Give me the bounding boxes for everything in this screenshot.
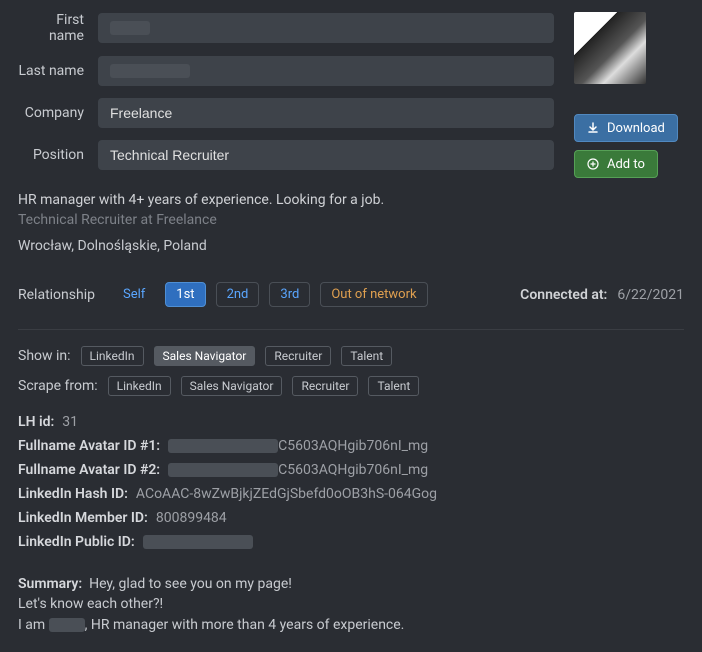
show-in-talent[interactable]: Talent bbox=[341, 346, 392, 366]
add-to-label: Add to bbox=[607, 157, 645, 172]
first-name-label: First name bbox=[18, 12, 98, 44]
summary-label: Summary: bbox=[18, 576, 82, 592]
plus-circle-icon bbox=[587, 158, 599, 170]
hash-value: ACoAAC-8wZwBjkjZEdGjSbefd0oOB3hS-064Gog bbox=[136, 486, 437, 502]
connected-at: Connected at: 6/22/2021 bbox=[520, 287, 684, 303]
hash-id: LinkedIn Hash ID: ACoAAC-8wZwBjkjZEdGjSb… bbox=[18, 486, 684, 502]
show-in-linkedin[interactable]: LinkedIn bbox=[81, 346, 144, 366]
last-name-input[interactable] bbox=[98, 56, 554, 86]
redacted-text bbox=[168, 439, 278, 453]
connected-at-value: 6/22/2021 bbox=[617, 287, 684, 303]
redacted-text bbox=[168, 463, 278, 477]
scrape-recruiter[interactable]: Recruiter bbox=[292, 376, 358, 396]
member-value: 800899484 bbox=[156, 510, 227, 526]
download-icon bbox=[587, 122, 599, 134]
company-input[interactable] bbox=[98, 98, 554, 128]
avatar2-label: Fullname Avatar ID #2: bbox=[18, 462, 160, 478]
lh-id-value: 31 bbox=[62, 414, 78, 430]
summary-block: Summary: Hey, glad to see you on my page… bbox=[18, 574, 684, 635]
field-last-name: Last name bbox=[18, 56, 554, 86]
headline: HR manager with 4+ years of experience. … bbox=[18, 192, 684, 208]
top-row: First name Last name Company Position bbox=[18, 12, 684, 186]
subhead: Technical Recruiter at Freelance bbox=[18, 212, 684, 228]
download-button[interactable]: Download bbox=[574, 114, 678, 142]
connected-at-label: Connected at: bbox=[520, 287, 607, 303]
redacted-text bbox=[110, 64, 190, 78]
relationship-self[interactable]: Self bbox=[113, 283, 155, 306]
show-in-label: Show in: bbox=[18, 348, 71, 364]
avatar-id-2: Fullname Avatar ID #2: C5603AQHgib706nI_… bbox=[18, 462, 684, 478]
relationship-row: Relationship Self 1st 2nd 3rd Out of net… bbox=[18, 282, 684, 307]
avatar bbox=[574, 12, 646, 84]
field-first-name: First name bbox=[18, 12, 554, 44]
relationship-options: Self 1st 2nd 3rd Out of network bbox=[113, 282, 502, 307]
relationship-2nd[interactable]: 2nd bbox=[216, 282, 260, 307]
avatar1-value: C5603AQHgib706nI_mg bbox=[168, 438, 428, 454]
public-id: LinkedIn Public ID: bbox=[18, 534, 684, 550]
lh-id-label: LH id: bbox=[18, 414, 54, 430]
relationship-1st[interactable]: 1st bbox=[165, 282, 205, 307]
scrape-salesnav[interactable]: Sales Navigator bbox=[181, 376, 283, 396]
ids-block: LH id: 31 Fullname Avatar ID #1: C5603AQ… bbox=[18, 414, 684, 550]
redacted-text bbox=[110, 21, 150, 35]
member-id: LinkedIn Member ID: 800899484 bbox=[18, 510, 684, 526]
first-name-input[interactable] bbox=[98, 13, 554, 43]
side-column: Download Add to bbox=[574, 12, 684, 186]
divider bbox=[18, 329, 684, 330]
field-position: Position bbox=[18, 140, 554, 170]
last-name-label: Last name bbox=[18, 63, 98, 79]
show-in-salesnav[interactable]: Sales Navigator bbox=[154, 346, 256, 366]
scrape-talent[interactable]: Talent bbox=[368, 376, 419, 396]
avatar-id-1: Fullname Avatar ID #1: C5603AQHgib706nI_… bbox=[18, 438, 684, 454]
show-in-row: Show in: LinkedIn Sales Navigator Recrui… bbox=[18, 346, 684, 366]
relationship-label: Relationship bbox=[18, 287, 95, 303]
redacted-text bbox=[143, 535, 253, 549]
scrape-from-row: Scrape from: LinkedIn Sales Navigator Re… bbox=[18, 376, 684, 396]
position-label: Position bbox=[18, 147, 98, 163]
hash-label: LinkedIn Hash ID: bbox=[18, 486, 128, 502]
add-to-button[interactable]: Add to bbox=[574, 150, 658, 178]
company-label: Company bbox=[18, 105, 98, 121]
member-label: LinkedIn Member ID: bbox=[18, 510, 148, 526]
form-column: First name Last name Company Position bbox=[18, 12, 554, 186]
summary-line2: Let's know each other?! bbox=[18, 596, 163, 612]
field-company: Company bbox=[18, 98, 554, 128]
relationship-3rd[interactable]: 3rd bbox=[269, 282, 310, 307]
show-in-recruiter[interactable]: Recruiter bbox=[265, 346, 331, 366]
summary-line1: Hey, glad to see you on my page! bbox=[89, 576, 292, 592]
location: Wrocław, Dolnośląskie, Poland bbox=[18, 238, 684, 254]
avatar1-label: Fullname Avatar ID #1: bbox=[18, 438, 160, 454]
download-label: Download bbox=[607, 121, 665, 136]
scrape-from-label: Scrape from: bbox=[18, 378, 98, 394]
public-label: LinkedIn Public ID: bbox=[18, 534, 135, 550]
public-value bbox=[143, 534, 253, 550]
relationship-out[interactable]: Out of network bbox=[320, 282, 427, 307]
summary-line3: I am , HR manager with more than 4 years… bbox=[18, 617, 404, 633]
redacted-text bbox=[49, 618, 85, 632]
position-input[interactable] bbox=[98, 140, 554, 170]
scrape-linkedin[interactable]: LinkedIn bbox=[108, 376, 171, 396]
avatar2-value: C5603AQHgib706nI_mg bbox=[168, 462, 428, 478]
lh-id: LH id: 31 bbox=[18, 414, 684, 430]
